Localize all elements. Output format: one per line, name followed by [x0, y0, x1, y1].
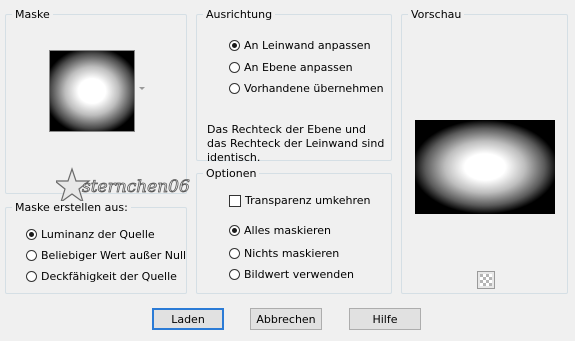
radio-fit-layer[interactable]: An Ebene anpassen [229, 61, 353, 74]
create-from-legend: Maske erstellen aus: [12, 201, 131, 214]
radio-label: An Ebene anpassen [244, 61, 353, 74]
radio-label: Vorhandene übernehmen [244, 82, 384, 95]
checkbox-invert-transparency[interactable]: Transparenz umkehren [229, 194, 371, 207]
radio-label: Luminanz der Quelle [41, 228, 155, 241]
alignment-description: Das Rechteck der Ebene und das Rechteck … [207, 123, 385, 164]
radio-indicator[interactable] [229, 62, 240, 73]
radio-indicator[interactable] [26, 229, 37, 240]
radio-mask-none[interactable]: Nichts maskieren [229, 247, 339, 260]
mask-group-legend: Maske [12, 8, 53, 21]
help-button[interactable]: Hilfe [349, 308, 421, 330]
radio-label: Beliebiger Wert außer Null [41, 249, 187, 262]
radio-indicator[interactable] [229, 225, 240, 236]
radio-indicator[interactable] [229, 40, 240, 51]
radio-label: An Leinwand anpassen [244, 39, 371, 52]
radio-indicator[interactable] [26, 250, 37, 261]
cancel-button[interactable]: Abbrechen [250, 308, 322, 330]
radio-opacity[interactable]: Deckfähigkeit der Quelle [26, 270, 177, 283]
radio-keep-existing[interactable]: Vorhandene übernehmen [229, 82, 384, 95]
preview-legend: Vorschau [408, 8, 465, 21]
alignment-group: Ausrichtung An Leinwand anpassen An Eben… [196, 8, 392, 164]
radio-any-nonzero[interactable]: Beliebiger Wert außer Null [26, 249, 186, 262]
create-from-group: Maske erstellen aus: Luminanz der Quelle… [5, 201, 187, 294]
preview-group: Vorschau [401, 8, 568, 294]
radio-fit-canvas[interactable]: An Leinwand anpassen [229, 39, 371, 52]
radio-indicator[interactable] [229, 248, 240, 259]
options-group: Optionen Transparenz umkehren Alles mask… [196, 167, 392, 294]
radio-label: Bildwert verwenden [244, 268, 354, 281]
preview-image [415, 120, 555, 214]
radio-label: Deckfähigkeit der Quelle [41, 270, 177, 283]
radio-indicator[interactable] [229, 83, 240, 94]
radio-label: Alles maskieren [244, 224, 332, 237]
radio-mask-all[interactable]: Alles maskieren [229, 224, 331, 237]
load-button[interactable]: Laden [152, 308, 224, 330]
mask-thumbnail[interactable] [49, 50, 135, 132]
checkbox-indicator[interactable] [229, 194, 241, 207]
alignment-legend: Ausrichtung [203, 8, 276, 21]
options-legend: Optionen [203, 167, 260, 180]
radio-indicator[interactable] [229, 269, 240, 280]
checkerboard-icon[interactable] [477, 271, 495, 289]
preview-ellipse [415, 120, 555, 214]
radio-label: Nichts maskieren [244, 247, 340, 260]
mask-group: Maske sternchen06 [5, 8, 190, 204]
checkbox-label: Transparenz umkehren [245, 194, 371, 207]
radio-luminance[interactable]: Luminanz der Quelle [26, 228, 155, 241]
radio-use-image-value[interactable]: Bildwert verwenden [229, 268, 354, 281]
watermark-text: sternchen06 [82, 177, 190, 197]
chevron-down-icon[interactable] [139, 87, 145, 90]
radio-indicator[interactable] [26, 271, 37, 282]
